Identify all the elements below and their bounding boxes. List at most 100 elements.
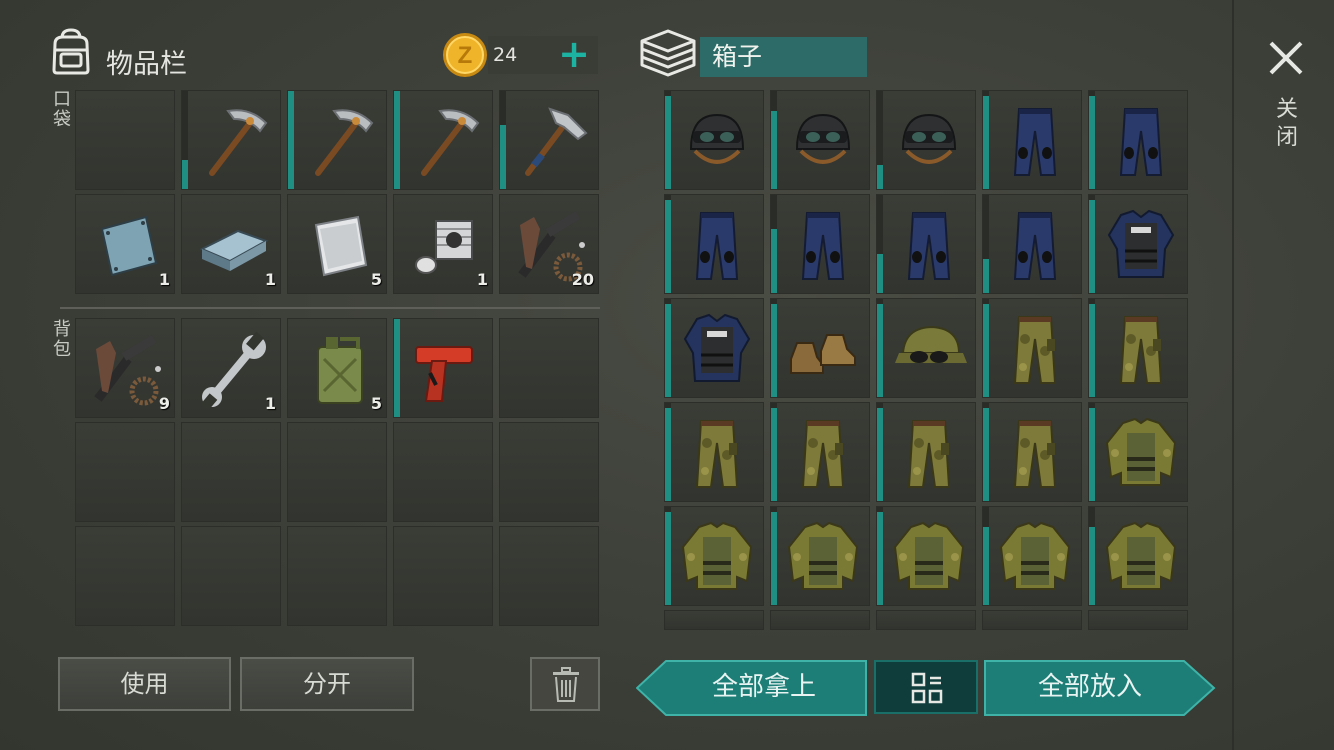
backpack-slot[interactable]: 5	[287, 318, 387, 418]
box-slot[interactable]	[664, 298, 764, 398]
close-button-label[interactable]: 关闭	[1272, 96, 1302, 152]
backpack-slot[interactable]	[287, 526, 387, 626]
camo-jacket-icon	[787, 521, 859, 590]
box-slot[interactable]	[876, 298, 976, 398]
item-quantity: 1	[264, 270, 276, 289]
pocket-slot[interactable]	[181, 90, 281, 190]
box-slot[interactable]	[1088, 298, 1188, 398]
box-slot[interactable]	[770, 298, 870, 398]
police-pants-icon	[907, 212, 951, 280]
camo-jacket-icon	[681, 521, 753, 590]
spare-parts-icon	[94, 335, 161, 406]
police-pants-icon	[695, 212, 739, 280]
use-button[interactable]: 使用	[58, 657, 231, 711]
backpack-slot[interactable]	[393, 422, 493, 522]
box-slot[interactable]	[770, 90, 870, 190]
backpack-slot[interactable]	[499, 526, 599, 626]
box-title: 箱子	[700, 37, 867, 77]
engine-cylinder-icon	[415, 220, 473, 274]
box-slot[interactable]	[876, 506, 976, 606]
backpack-slot[interactable]	[393, 318, 493, 418]
coin-amount: 24	[493, 44, 518, 66]
backpack-slot[interactable]	[499, 318, 599, 418]
put-all-button[interactable]: 全部放入	[988, 660, 1192, 714]
box-slot[interactable]	[664, 194, 764, 294]
sort-grid-button[interactable]	[874, 660, 978, 714]
pocket-slot[interactable]: 1	[393, 194, 493, 294]
pocket-slot[interactable]: 1	[181, 194, 281, 294]
box-slot[interactable]	[664, 90, 764, 190]
pocket-slot[interactable]	[287, 90, 387, 190]
backpack-slot[interactable]	[393, 526, 493, 626]
pocket-slot[interactable]	[75, 90, 175, 190]
police-vest-icon	[683, 313, 751, 382]
backpack-slot[interactable]	[499, 422, 599, 522]
backpack-icon	[52, 28, 90, 75]
durability-bar	[1089, 407, 1095, 501]
durability-bar	[771, 511, 777, 605]
durability-bar	[288, 91, 294, 189]
durability-bar	[500, 125, 506, 189]
backpack-slot[interactable]: 9	[75, 318, 175, 418]
pocket-slot[interactable]	[393, 90, 493, 190]
backpack-slot[interactable]	[75, 526, 175, 626]
durability-bar	[665, 95, 671, 189]
durability-bar	[771, 303, 777, 397]
durability-bar	[665, 511, 671, 605]
pocket-slot[interactable]: 5	[287, 194, 387, 294]
helmet-icon	[689, 113, 745, 164]
box-slot-partial[interactable]	[876, 610, 976, 630]
box-slot-partial[interactable]	[982, 610, 1082, 630]
box-slot[interactable]	[982, 506, 1082, 606]
box-slot[interactable]	[982, 298, 1082, 398]
pocket-label: 口袋	[53, 89, 71, 130]
box-slot-partial[interactable]	[664, 610, 764, 630]
split-button[interactable]: 分开	[240, 657, 414, 711]
durability-bar	[983, 258, 989, 293]
box-slot[interactable]	[770, 506, 870, 606]
durability-bar	[983, 303, 989, 397]
box-slot[interactable]	[1088, 194, 1188, 294]
box-slot[interactable]	[876, 402, 976, 502]
backpack-slot[interactable]	[287, 422, 387, 522]
add-coins-button[interactable]: +	[556, 32, 592, 76]
durability-bar	[877, 164, 883, 189]
durability-bar	[1089, 526, 1095, 605]
trash-button[interactable]	[530, 657, 600, 711]
box-slot[interactable]	[770, 402, 870, 502]
camo-pants-icon	[1013, 420, 1057, 488]
box-slot[interactable]	[876, 194, 976, 294]
pocket-slot[interactable]: 1	[75, 194, 175, 294]
durability-bar	[394, 91, 400, 189]
box-slot[interactable]	[664, 506, 764, 606]
panel-separator	[1232, 0, 1234, 750]
backpack-slot[interactable]	[181, 422, 281, 522]
flare-gun-icon	[415, 346, 473, 402]
durability-bar	[877, 407, 883, 501]
box-slot[interactable]	[982, 402, 1082, 502]
backpack-slot[interactable]	[181, 526, 281, 626]
box-slot[interactable]	[982, 194, 1082, 294]
camo-pants-icon	[1119, 316, 1163, 384]
box-slot[interactable]	[1088, 90, 1188, 190]
take-all-button[interactable]: 全部拿上	[666, 660, 862, 714]
box-slot-partial[interactable]	[770, 610, 870, 630]
camo-pants-icon	[1013, 316, 1057, 384]
box-slot[interactable]	[876, 90, 976, 190]
box-slot[interactable]	[664, 402, 764, 502]
close-icon[interactable]	[1266, 38, 1306, 78]
box-slot[interactable]	[982, 90, 1082, 190]
item-quantity: 20	[571, 270, 594, 289]
pocket-slot[interactable]	[499, 90, 599, 190]
pocket-slot[interactable]: 20	[499, 194, 599, 294]
box-slot[interactable]	[1088, 506, 1188, 606]
backpack-slot[interactable]: 1	[181, 318, 281, 418]
backpack-slot[interactable]	[75, 422, 175, 522]
police-pants-icon	[1013, 108, 1057, 176]
box-slot[interactable]	[1088, 402, 1188, 502]
item-quantity: 5	[370, 270, 382, 289]
box-slot-partial[interactable]	[1088, 610, 1188, 630]
backpack-label: 背包	[53, 319, 71, 360]
grid-icon	[911, 672, 943, 704]
box-slot[interactable]	[770, 194, 870, 294]
